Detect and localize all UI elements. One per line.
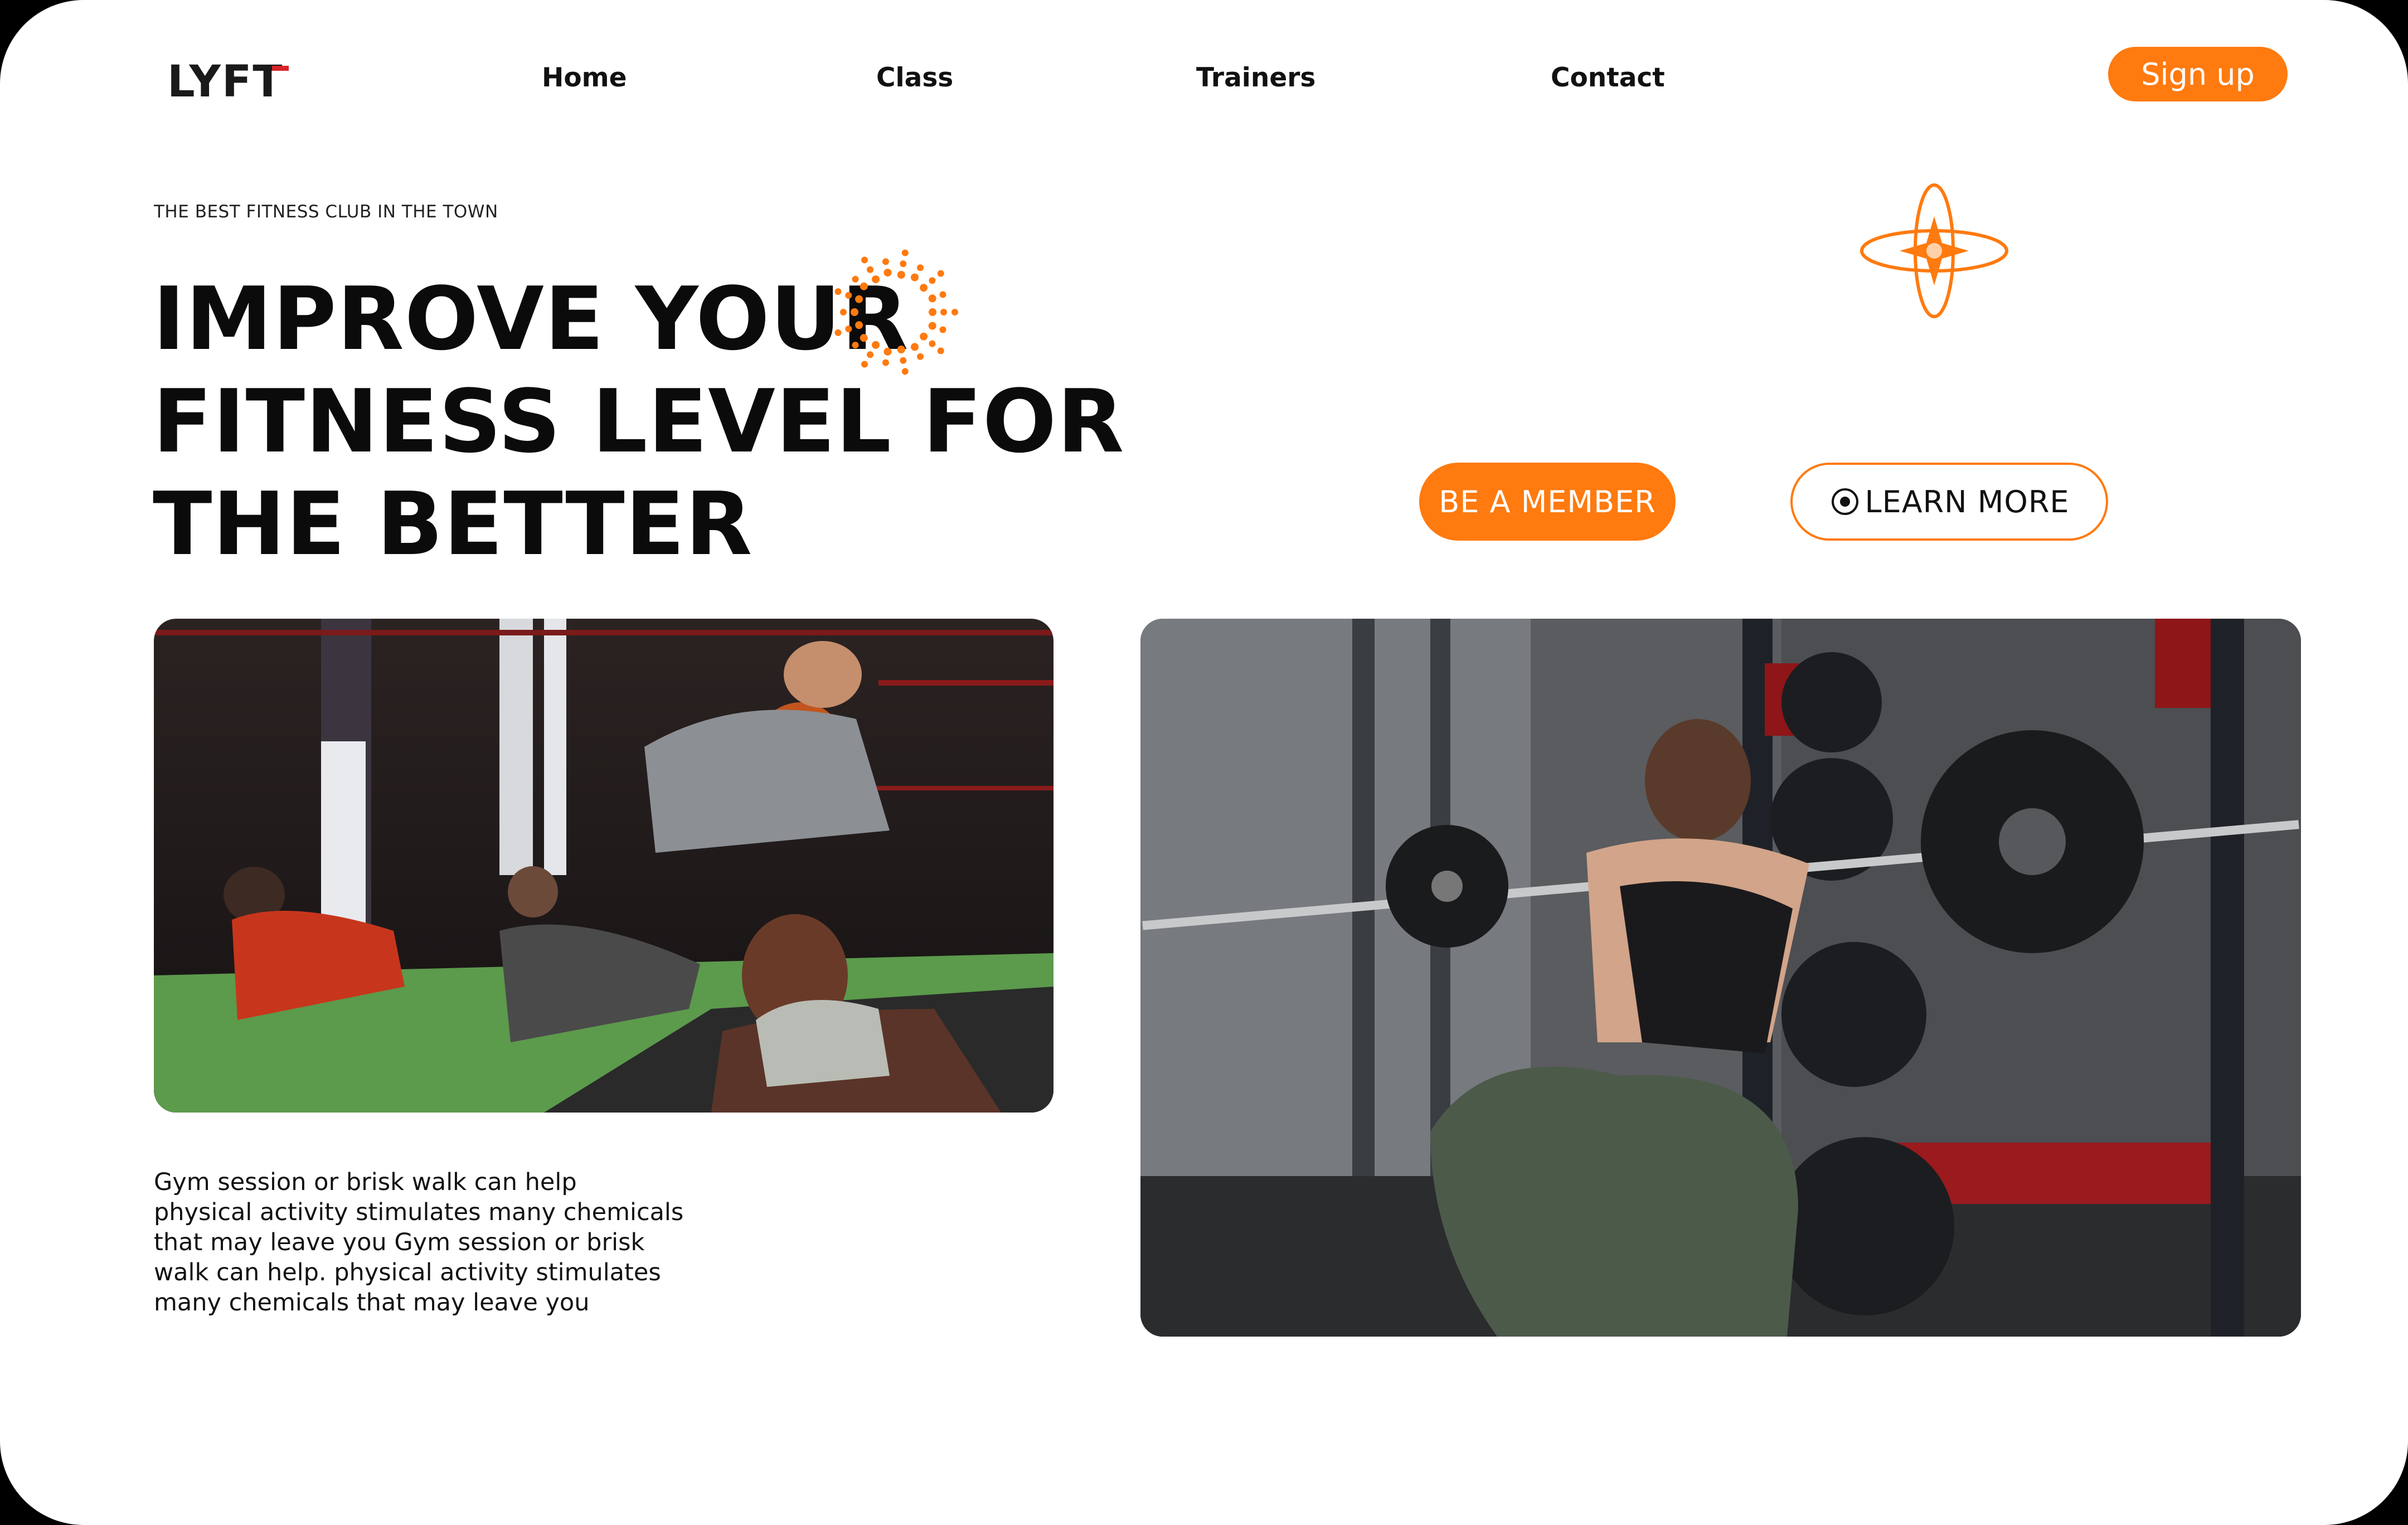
nav-home[interactable]: Home — [542, 61, 627, 95]
nav-class[interactable]: Class — [876, 61, 953, 95]
page-frame: LYFT Home Class Trainers Contact Sign up… — [0, 0, 2408, 1525]
learn-more-button[interactable]: LEARN MORE — [1790, 463, 2108, 541]
signup-button[interactable]: Sign up — [2108, 47, 2288, 101]
body-line: that may leave you Gym session or brisk — [154, 1228, 645, 1256]
target-circle-icon — [1831, 488, 1858, 515]
headline-line: FITNESS LEVEL FOR — [153, 371, 1125, 472]
be-a-member-button[interactable]: BE A MEMBER — [1419, 463, 1676, 541]
orbit-star-icon — [1860, 183, 2008, 318]
headline-line: THE BETTER — [153, 473, 753, 575]
body-line: physical activity stimulates many chemic… — [154, 1198, 684, 1226]
body-line: many chemicals that may leave you — [154, 1289, 590, 1317]
learn-more-label: LEARN MORE — [1865, 484, 2070, 519]
body-description: Gym session or brisk walk can help physi… — [154, 1167, 767, 1318]
body-line: Gym session or brisk walk can help — [154, 1168, 577, 1196]
brand-logo[interactable]: LYFT — [167, 57, 284, 107]
group-plank-class-photo — [154, 619, 1054, 1113]
barbell-squat-photo — [1140, 619, 2301, 1337]
nav-contact[interactable]: Contact — [1551, 61, 1665, 95]
sunburst-dots-icon — [834, 249, 958, 375]
nav-trainers[interactable]: Trainers — [1196, 61, 1315, 95]
body-line: walk can help. physical activity stimula… — [154, 1259, 661, 1286]
hero-tagline: THE BEST FITNESS CLUB IN THE TOWN — [154, 202, 498, 222]
logo-accent-mark — [272, 66, 289, 71]
